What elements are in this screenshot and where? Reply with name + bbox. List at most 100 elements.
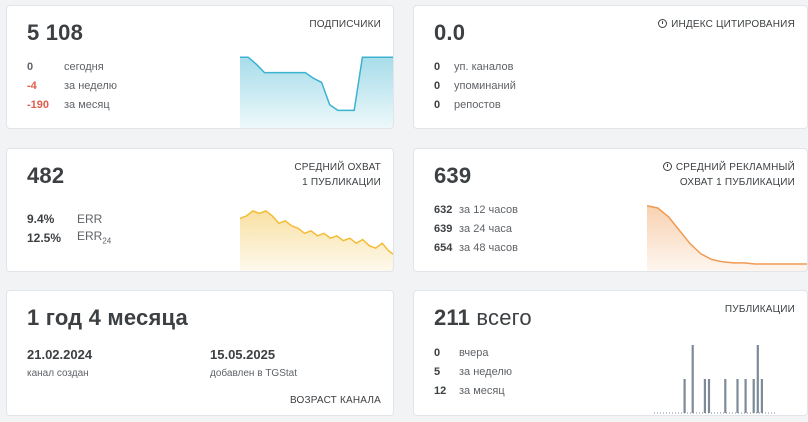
publications-unit: всего [476, 305, 532, 330]
publication-bar [683, 379, 686, 413]
publications-bar-chart[interactable] [654, 339, 776, 415]
stat-row-today: 0 сегодня [27, 57, 117, 76]
err24-subscript: 24 [102, 236, 112, 246]
stat-value: 0 [434, 98, 441, 111]
added-date-block: 15.05.2025 добавлен в TGStat [210, 347, 393, 379]
citation-label: ИНДЕКС ЦИТИРОВАНИЯ [658, 17, 795, 32]
err-value: 9.4% [27, 211, 55, 226]
ad-reach-label-line2: ОХВАТ 1 ПУБЛИКАЦИИ [679, 177, 795, 188]
subscribers-card[interactable]: 5 108 ПОДПИСЧИКИ 0 сегодня -4 за неделю … [6, 5, 394, 129]
stat-value: 0 [434, 60, 441, 73]
stat-row-month: 12 за месяц [434, 381, 512, 400]
reach-label-line2: 1 ПУБЛИКАЦИИ [302, 177, 381, 188]
stat-row-48h: 654 за 48 часов [434, 238, 518, 257]
ad-reach-card[interactable]: 639 СРЕДНИЙ РЕКЛАМНЫЙ ОХВАТ 1 ПУБЛИКАЦИИ… [413, 148, 808, 272]
citation-label-text: ИНДЕКС ЦИТИРОВАНИЯ [671, 19, 795, 30]
info-icon[interactable] [658, 19, 668, 28]
stat-value: 639 [434, 222, 453, 235]
stat-value: 0 [434, 346, 441, 359]
stat-value: -190 [27, 98, 50, 111]
added-date: 15.05.2025 [210, 347, 276, 362]
err24-label: ERR24 [77, 229, 111, 245]
stat-row-yesterday: 0 вчера [434, 343, 512, 362]
publications-count: 211 [434, 305, 471, 330]
publications-total: 211 всего [434, 305, 532, 331]
subscribers-sparkline[interactable] [240, 46, 394, 129]
stat-row-week: -4 за неделю [27, 76, 117, 95]
stat-label: репостов [454, 98, 501, 111]
err-row: 9.4% ERR [27, 209, 111, 228]
sparkline-area [240, 57, 393, 128]
reach-sparkline[interactable] [240, 201, 394, 272]
ad-reach-label-text1: СРЕДНИЙ РЕКЛАМНЫЙ [675, 162, 795, 173]
stat-row-month: -190 за месяц [27, 95, 117, 114]
stat-label: упоминаний [454, 79, 516, 92]
publication-bar [703, 379, 706, 413]
created-label: канал создан [27, 368, 89, 379]
stat-row-mentions: 0 упоминаний [434, 76, 516, 95]
stat-label: вчера [459, 346, 489, 359]
channel-age-value: 1 год 4 месяца [27, 305, 188, 330]
stat-value: 12 [434, 384, 447, 397]
stat-value: 632 [434, 203, 453, 216]
stat-row-channels: 0 уп. каналов [434, 57, 516, 76]
created-date-block: 21.02.2024 канал создан [27, 347, 210, 379]
channel-dates: 21.02.2024 канал создан 15.05.2025 добав… [27, 347, 393, 379]
ad-reach-sparkline[interactable] [647, 199, 808, 272]
stat-row-week: 5 за неделю [434, 362, 512, 381]
reach-card[interactable]: 482 СРЕДНИЙ ОХВАТ 1 ПУБЛИКАЦИИ 9.4% ERR … [6, 148, 394, 272]
stat-label: за месяц [64, 98, 110, 111]
stat-row-12h: 632 за 12 часов [434, 200, 518, 219]
stat-row-reposts: 0 репостов [434, 95, 516, 114]
added-label: добавлен в TGStat [210, 368, 298, 379]
stat-label: за неделю [64, 79, 118, 92]
sparkline-area [240, 210, 393, 271]
publication-bar [760, 379, 763, 413]
subscribers-label: ПОДПИСЧИКИ [309, 19, 381, 30]
citation-card[interactable]: 0.0 ИНДЕКС ЦИТИРОВАНИЯ 0 уп. каналов 0 у… [413, 5, 808, 129]
reach-label: СРЕДНИЙ ОХВАТ 1 ПУБЛИКАЦИИ [294, 160, 381, 190]
channel-age-label: ВОЗРАСТ КАНАЛА [289, 395, 381, 406]
stat-label: сегодня [64, 60, 104, 73]
ad-reach-stats: 632 за 12 часов 639 за 24 часа 654 за 48… [434, 200, 518, 257]
publication-bar [752, 379, 755, 413]
stat-value: -4 [27, 79, 37, 92]
citation-sparkline[interactable] [647, 46, 808, 129]
stat-label: за 48 часов [459, 241, 518, 254]
err-label: ERR [77, 211, 103, 226]
stat-row-24h: 639 за 24 часа [434, 219, 518, 238]
subscribers-stats: 0 сегодня -4 за неделю -190 за месяц [27, 57, 117, 114]
err24-value: 12.5% [27, 230, 62, 245]
err-stats: 9.4% ERR 12.5% ERR24 [27, 209, 111, 247]
publication-bar [744, 379, 747, 413]
stat-label: уп. каналов [454, 60, 514, 73]
publications-card[interactable]: 211 всего ПУБЛИКАЦИИ 0 вчера 5 за неделю… [413, 290, 808, 416]
stat-value: 0 [434, 79, 441, 92]
stat-value: 654 [434, 241, 453, 254]
stat-label: за неделю [459, 365, 513, 378]
reach-label-line1: СРЕДНИЙ ОХВАТ [294, 162, 381, 173]
info-icon[interactable] [662, 162, 672, 171]
publication-bar [756, 345, 759, 413]
citation-index-value: 0.0 [434, 20, 466, 45]
ad-reach-value: 639 [434, 163, 472, 188]
stat-label: за месяц [459, 384, 505, 397]
citation-stats: 0 уп. каналов 0 упоминаний 0 репостов [434, 57, 516, 114]
publication-bar [691, 345, 694, 413]
publication-bar [707, 379, 711, 413]
err24-label-text: ERR [77, 229, 103, 244]
stat-value: 5 [434, 365, 441, 378]
ad-reach-label-line1: СРЕДНИЙ РЕКЛАМНЫЙ [662, 160, 795, 175]
reach-value: 482 [27, 163, 65, 188]
subscribers-count: 5 108 [27, 20, 84, 45]
stat-label: за 12 часов [459, 203, 518, 216]
stat-label: за 24 часа [459, 222, 512, 235]
publication-bar [724, 379, 727, 413]
publications-label: ПУБЛИКАЦИИ [724, 304, 795, 315]
channel-age-card[interactable]: 1 год 4 месяца 21.02.2024 канал создан 1… [6, 290, 394, 416]
stat-value: 0 [27, 60, 34, 73]
publications-stats: 0 вчера 5 за неделю 12 за месяц [434, 343, 512, 400]
publication-bar [736, 379, 739, 413]
ad-reach-label: СРЕДНИЙ РЕКЛАМНЫЙ ОХВАТ 1 ПУБЛИКАЦИИ [662, 160, 795, 190]
created-date: 21.02.2024 [27, 347, 93, 362]
